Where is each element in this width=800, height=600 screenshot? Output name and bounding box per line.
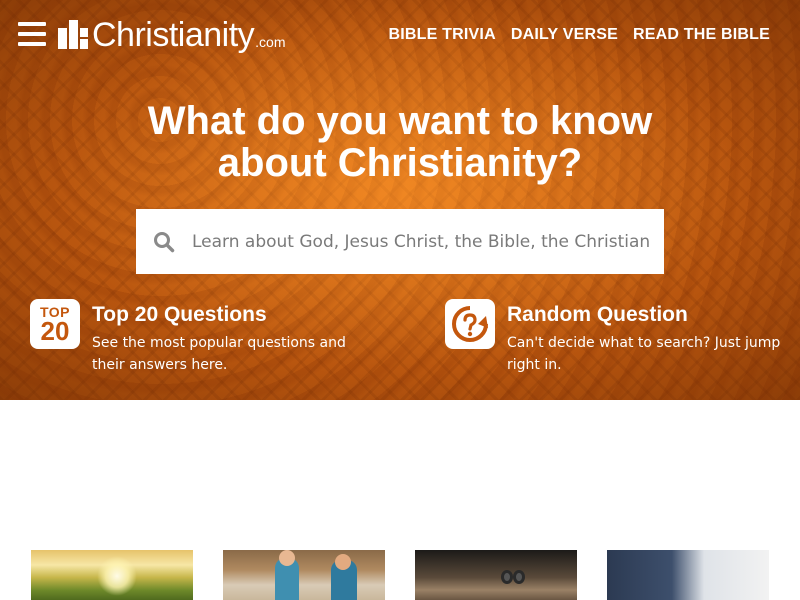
top-20-description: See the most popular questions and their… — [92, 335, 346, 373]
hero-banner: Christianity .com BIBLE TRIVIA DAILY VER… — [0, 0, 800, 400]
hero-headline: What do you want to know about Christian… — [100, 100, 700, 184]
top-20-title: Top 20 Questions — [92, 303, 267, 326]
top-20-questions-link[interactable]: TOP 20 Top 20 Questions See the most pop… — [30, 299, 372, 376]
headline-line-2: about Christianity? — [217, 141, 583, 185]
top-navigation: BIBLE TRIVIA DAILY VERSE READ THE BIBLE — [389, 26, 770, 44]
nav-daily-verse[interactable]: DAILY VERSE — [511, 26, 618, 44]
article-card-image-sunrise[interactable] — [31, 550, 193, 600]
search-icon[interactable] — [136, 209, 192, 274]
random-question-link[interactable]: Random Question Can't decide what to sea… — [445, 299, 787, 376]
hamburger-menu-icon[interactable] — [18, 22, 46, 46]
article-card-image-people[interactable] — [223, 550, 385, 600]
site-logo[interactable]: Christianity .com — [58, 17, 286, 53]
nav-read-the-bible[interactable]: READ THE BIBLE — [633, 26, 770, 44]
article-card-image-rings[interactable] — [415, 550, 577, 600]
top-20-icon-number: 20 — [40, 316, 70, 346]
search-box — [136, 209, 664, 274]
article-card-image-office[interactable] — [607, 550, 769, 600]
cross-logo-icon — [58, 20, 88, 50]
nav-bible-trivia[interactable]: BIBLE TRIVIA — [389, 26, 496, 44]
logo-text: Christianity — [92, 16, 255, 54]
article-cards-row — [31, 550, 771, 600]
logo-suffix: .com — [255, 34, 286, 50]
top-20-icon: TOP 20 — [30, 299, 80, 349]
search-input[interactable] — [192, 221, 654, 262]
random-question-description: Can't decide what to search? Just jump r… — [507, 335, 781, 373]
random-question-icon — [445, 299, 495, 349]
headline-line-1: What do you want to know — [147, 99, 653, 143]
random-question-title: Random Question — [507, 303, 688, 326]
